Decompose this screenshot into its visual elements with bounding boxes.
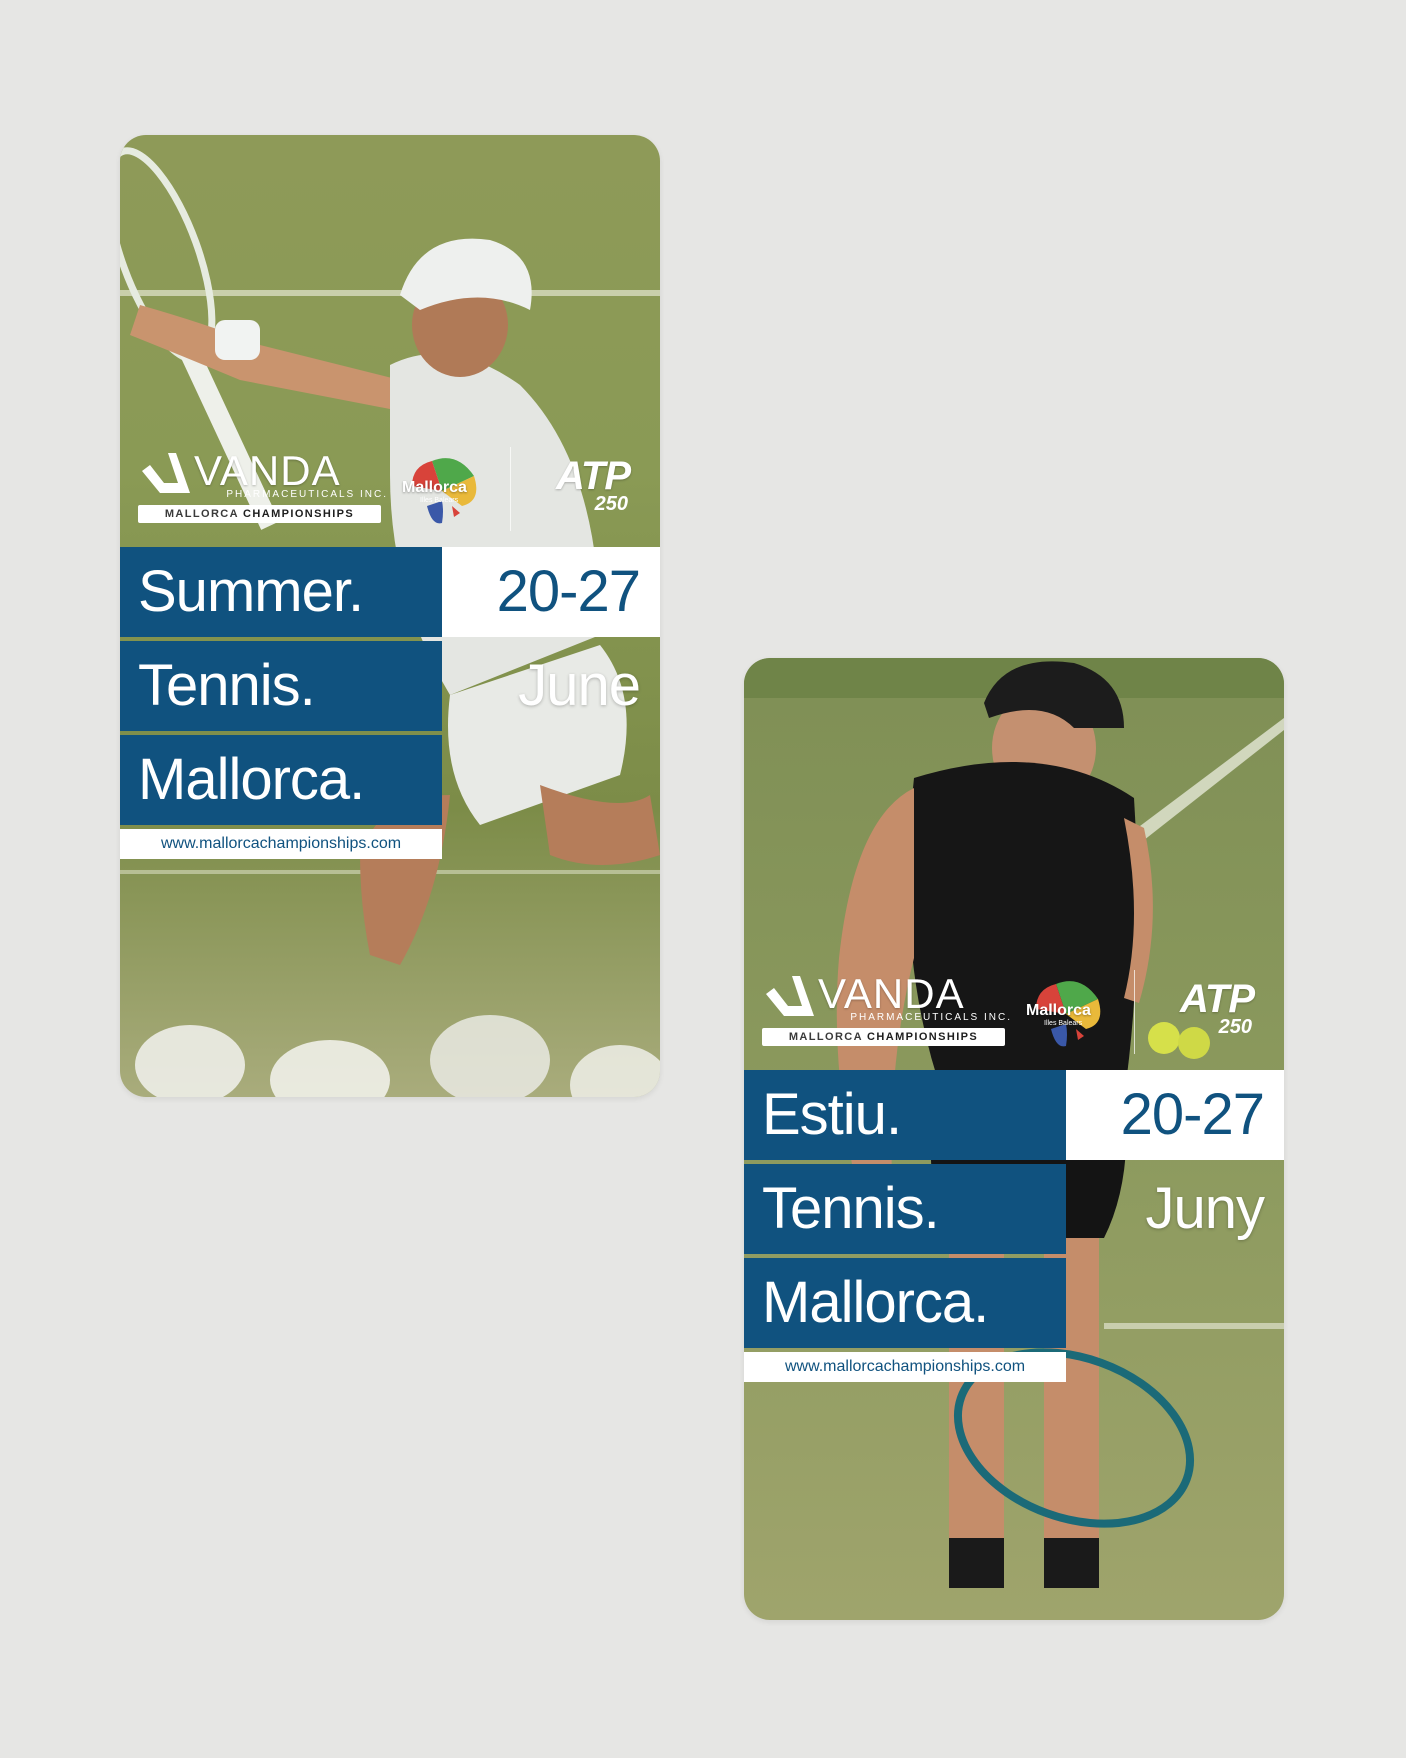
champ-pill-text-a: MALLORCA	[788, 1031, 863, 1043]
headline-line-1: Estiu.	[744, 1070, 1066, 1160]
atp-number: 250	[1218, 1016, 1252, 1038]
website-url[interactable]: www.mallorcachampionships.com	[120, 829, 442, 859]
mallorca-sublabel: Illes Balears	[420, 497, 459, 504]
vanda-mark-icon	[142, 453, 190, 493]
headline-line-2: Tennis.	[120, 641, 442, 731]
headline-row-1: Summer. 20-27	[120, 547, 660, 637]
vanda-subtitle: PHARMACEUTICALS INC.	[850, 1012, 1012, 1023]
vanda-logo: VANDA PHARMACEUTICALS INC. MALLORCA CHAM…	[762, 970, 1012, 1060]
mallorca-logo: Mallorca Illes Balears	[402, 451, 482, 531]
logo-divider	[510, 447, 511, 531]
champ-pill-text-a: MALLORCA	[164, 508, 239, 520]
month-label: June	[518, 653, 641, 718]
headline-line-3: Mallorca.	[120, 735, 442, 825]
logo-divider	[1134, 970, 1135, 1054]
website-url[interactable]: www.mallorcachampionships.com	[744, 1352, 1066, 1382]
champ-pill-text-b: CHAMPIONSHIPS	[238, 508, 355, 520]
vanda-wordmark: VANDA	[194, 447, 341, 494]
headline-row-3: Mallorca.	[120, 735, 660, 825]
atp-wordmark: ATP	[555, 454, 631, 498]
vanda-wordmark: VANDA	[818, 970, 965, 1017]
headline-row-2: Tennis. Juny	[744, 1164, 1284, 1254]
champ-pill-text-b: CHAMPIONSHIPS	[862, 1031, 979, 1043]
vanda-logo: VANDA PHARMACEUTICALS INC. MALLORCA CHAM…	[138, 447, 388, 537]
headline-row-1: Estiu. 20-27	[744, 1070, 1284, 1160]
atp-number: 250	[594, 493, 628, 515]
atp-250-logo: ATP 250	[532, 455, 642, 525]
atp-wordmark: ATP	[1179, 977, 1255, 1021]
vanda-subtitle: PHARMACEUTICALS INC.	[226, 489, 388, 500]
date-range: 20-27	[1066, 1070, 1284, 1160]
headline-line-2: Tennis.	[744, 1164, 1066, 1254]
sponsor-logos: VANDA PHARMACEUTICALS INC. MALLORCA CHAM…	[744, 970, 1284, 1070]
poster-card-english: VANDA PHARMACEUTICALS INC. MALLORCA CHAM…	[120, 135, 660, 1097]
mallorca-sublabel: Illes Balears	[1044, 1020, 1083, 1027]
poster-card-catalan: VANDA PHARMACEUTICALS INC. MALLORCA CHAM…	[744, 658, 1284, 1620]
championships-pill: MALLORCA CHAMPIONSHIPS	[762, 1028, 1005, 1046]
mallorca-logo: Mallorca Illes Balears	[1026, 974, 1106, 1054]
headline-line-1: Summer.	[120, 547, 442, 637]
sponsor-logos: VANDA PHARMACEUTICALS INC. MALLORCA CHAM…	[120, 447, 660, 547]
vanda-mark-icon	[766, 976, 814, 1016]
mallorca-label: Mallorca	[402, 479, 467, 496]
headline-line-3: Mallorca.	[744, 1258, 1066, 1348]
championships-pill: MALLORCA CHAMPIONSHIPS	[138, 505, 381, 523]
month-label: Juny	[1145, 1176, 1265, 1241]
headline-row-3: Mallorca.	[744, 1258, 1284, 1348]
atp-250-logo: ATP 250	[1156, 978, 1266, 1048]
date-range: 20-27	[442, 547, 660, 637]
mallorca-label: Mallorca	[1026, 1002, 1091, 1019]
headline-row-2: Tennis. June	[120, 641, 660, 731]
